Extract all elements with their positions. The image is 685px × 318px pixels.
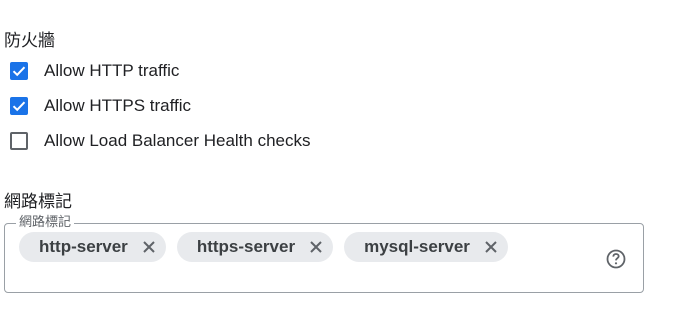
- tag-chip-label: http-server: [39, 237, 128, 256]
- allow-https-label: Allow HTTPS traffic: [44, 96, 192, 115]
- tag-chip-label: mysql-server: [364, 237, 470, 256]
- tag-chip[interactable]: mysql-server: [344, 232, 508, 262]
- tag-chip[interactable]: http-server: [19, 232, 166, 262]
- tag-chip-list: http-server https-server mysql-server: [19, 232, 519, 262]
- allow-lb-health-checks-label: Allow Load Balancer Health checks: [44, 131, 311, 150]
- checkmark-icon: [12, 66, 26, 77]
- allow-https-checkbox[interactable]: [10, 97, 28, 115]
- allow-lb-health-checks-checkbox-row[interactable]: Allow Load Balancer Health checks: [10, 129, 310, 153]
- allow-lb-health-checks-checkbox[interactable]: [10, 132, 28, 150]
- close-icon[interactable]: [140, 238, 158, 256]
- allow-https-checkbox-row[interactable]: Allow HTTPS traffic: [10, 94, 191, 118]
- firewall-section-title: 防火牆: [4, 31, 55, 51]
- tag-chip[interactable]: https-server: [176, 232, 334, 262]
- allow-http-label: Allow HTTP traffic: [44, 61, 180, 80]
- network-tags-field-label: 網路標記: [16, 215, 75, 231]
- network-tags-input[interactable]: 網路標記 http-server https-server mysql-serv…: [4, 215, 644, 293]
- tag-chip-label: https-server: [196, 237, 296, 256]
- allow-http-checkbox-row[interactable]: Allow HTTP traffic: [10, 59, 179, 83]
- close-icon[interactable]: [482, 238, 500, 256]
- checkmark-icon: [12, 101, 26, 112]
- help-circle-icon[interactable]: [605, 248, 627, 270]
- network-tags-section-title: 網路標記: [4, 192, 72, 212]
- allow-http-checkbox[interactable]: [10, 62, 28, 80]
- close-icon[interactable]: [307, 238, 325, 256]
